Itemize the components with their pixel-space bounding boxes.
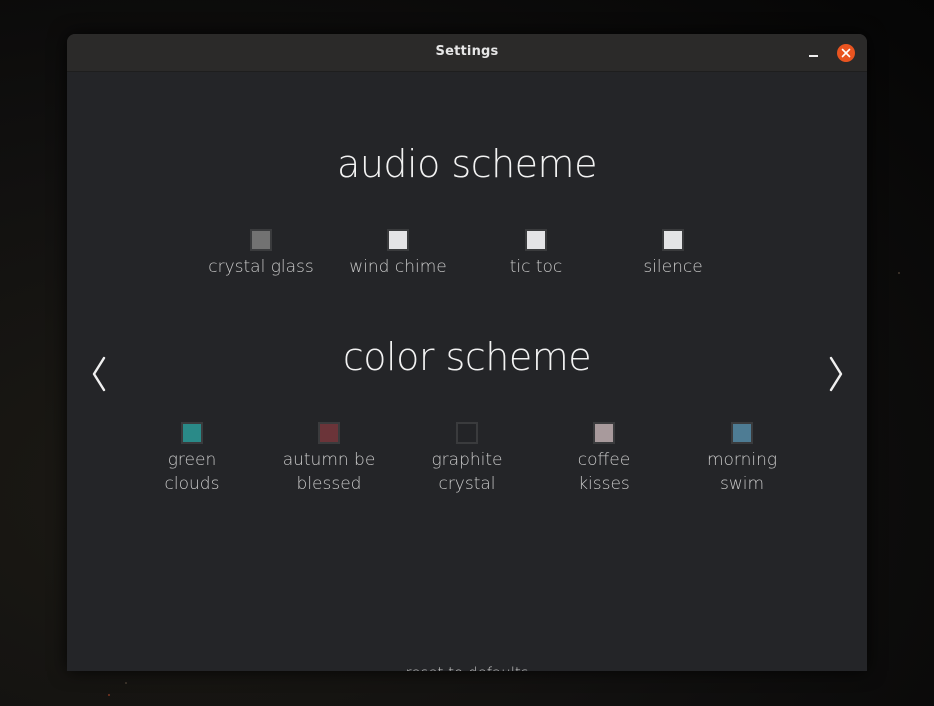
title-bar[interactable]: Settings bbox=[67, 34, 867, 72]
audio-swatch bbox=[525, 229, 547, 251]
audio-option-label: tic toc bbox=[509, 257, 563, 277]
reset-to-defaults-button[interactable]: reset to defaults bbox=[405, 664, 528, 671]
audio-swatch bbox=[250, 229, 272, 251]
audio-option-crystal-glass[interactable]: crystal glass bbox=[191, 229, 331, 279]
color-option-label: morning swim bbox=[706, 450, 778, 494]
footer: reset to defaults bbox=[67, 664, 867, 671]
audio-scheme-heading: audio scheme bbox=[337, 142, 597, 186]
color-option-label: graphite crystal bbox=[431, 450, 503, 494]
minimize-icon bbox=[809, 55, 818, 57]
color-option-green-clouds[interactable]: green clouds bbox=[122, 422, 262, 496]
audio-option-wind-chime[interactable]: wind chime bbox=[328, 229, 468, 279]
audio-option-label: silence bbox=[643, 257, 703, 277]
color-option-label: green clouds bbox=[164, 450, 220, 494]
color-swatch bbox=[456, 422, 478, 444]
audio-option-label: crystal glass bbox=[208, 257, 314, 277]
settings-window: Settings audio scheme crystal glass wind… bbox=[67, 34, 867, 671]
color-scheme-heading: color scheme bbox=[342, 335, 592, 379]
color-option-label: autumn be blessed bbox=[282, 450, 376, 494]
next-button[interactable] bbox=[821, 355, 851, 395]
settings-content: audio scheme crystal glass wind chime ti… bbox=[67, 72, 867, 671]
color-option-autumn-be-blessed[interactable]: autumn be blessed bbox=[259, 422, 399, 496]
color-option-coffee-kisses[interactable]: coffee kisses bbox=[534, 422, 674, 496]
minimize-button[interactable] bbox=[804, 42, 824, 62]
chevron-right-icon bbox=[829, 356, 843, 392]
audio-option-silence[interactable]: silence bbox=[603, 229, 743, 279]
desktop-background-dot bbox=[898, 272, 900, 274]
color-swatch bbox=[318, 422, 340, 444]
audio-option-label: wind chime bbox=[349, 257, 447, 277]
color-swatch bbox=[731, 422, 753, 444]
color-swatch bbox=[181, 422, 203, 444]
color-option-morning-swim[interactable]: morning swim bbox=[672, 422, 812, 496]
color-option-graphite-crystal[interactable]: graphite crystal bbox=[397, 422, 537, 496]
close-button[interactable] bbox=[837, 44, 855, 62]
desktop-background-dot bbox=[125, 682, 127, 684]
close-icon bbox=[841, 48, 851, 58]
color-option-label: coffee kisses bbox=[577, 450, 631, 494]
color-swatch bbox=[593, 422, 615, 444]
desktop-background-dot bbox=[108, 694, 110, 696]
audio-swatch bbox=[387, 229, 409, 251]
audio-option-tic-toc[interactable]: tic toc bbox=[466, 229, 606, 279]
window-title: Settings bbox=[435, 44, 499, 59]
audio-swatch bbox=[662, 229, 684, 251]
